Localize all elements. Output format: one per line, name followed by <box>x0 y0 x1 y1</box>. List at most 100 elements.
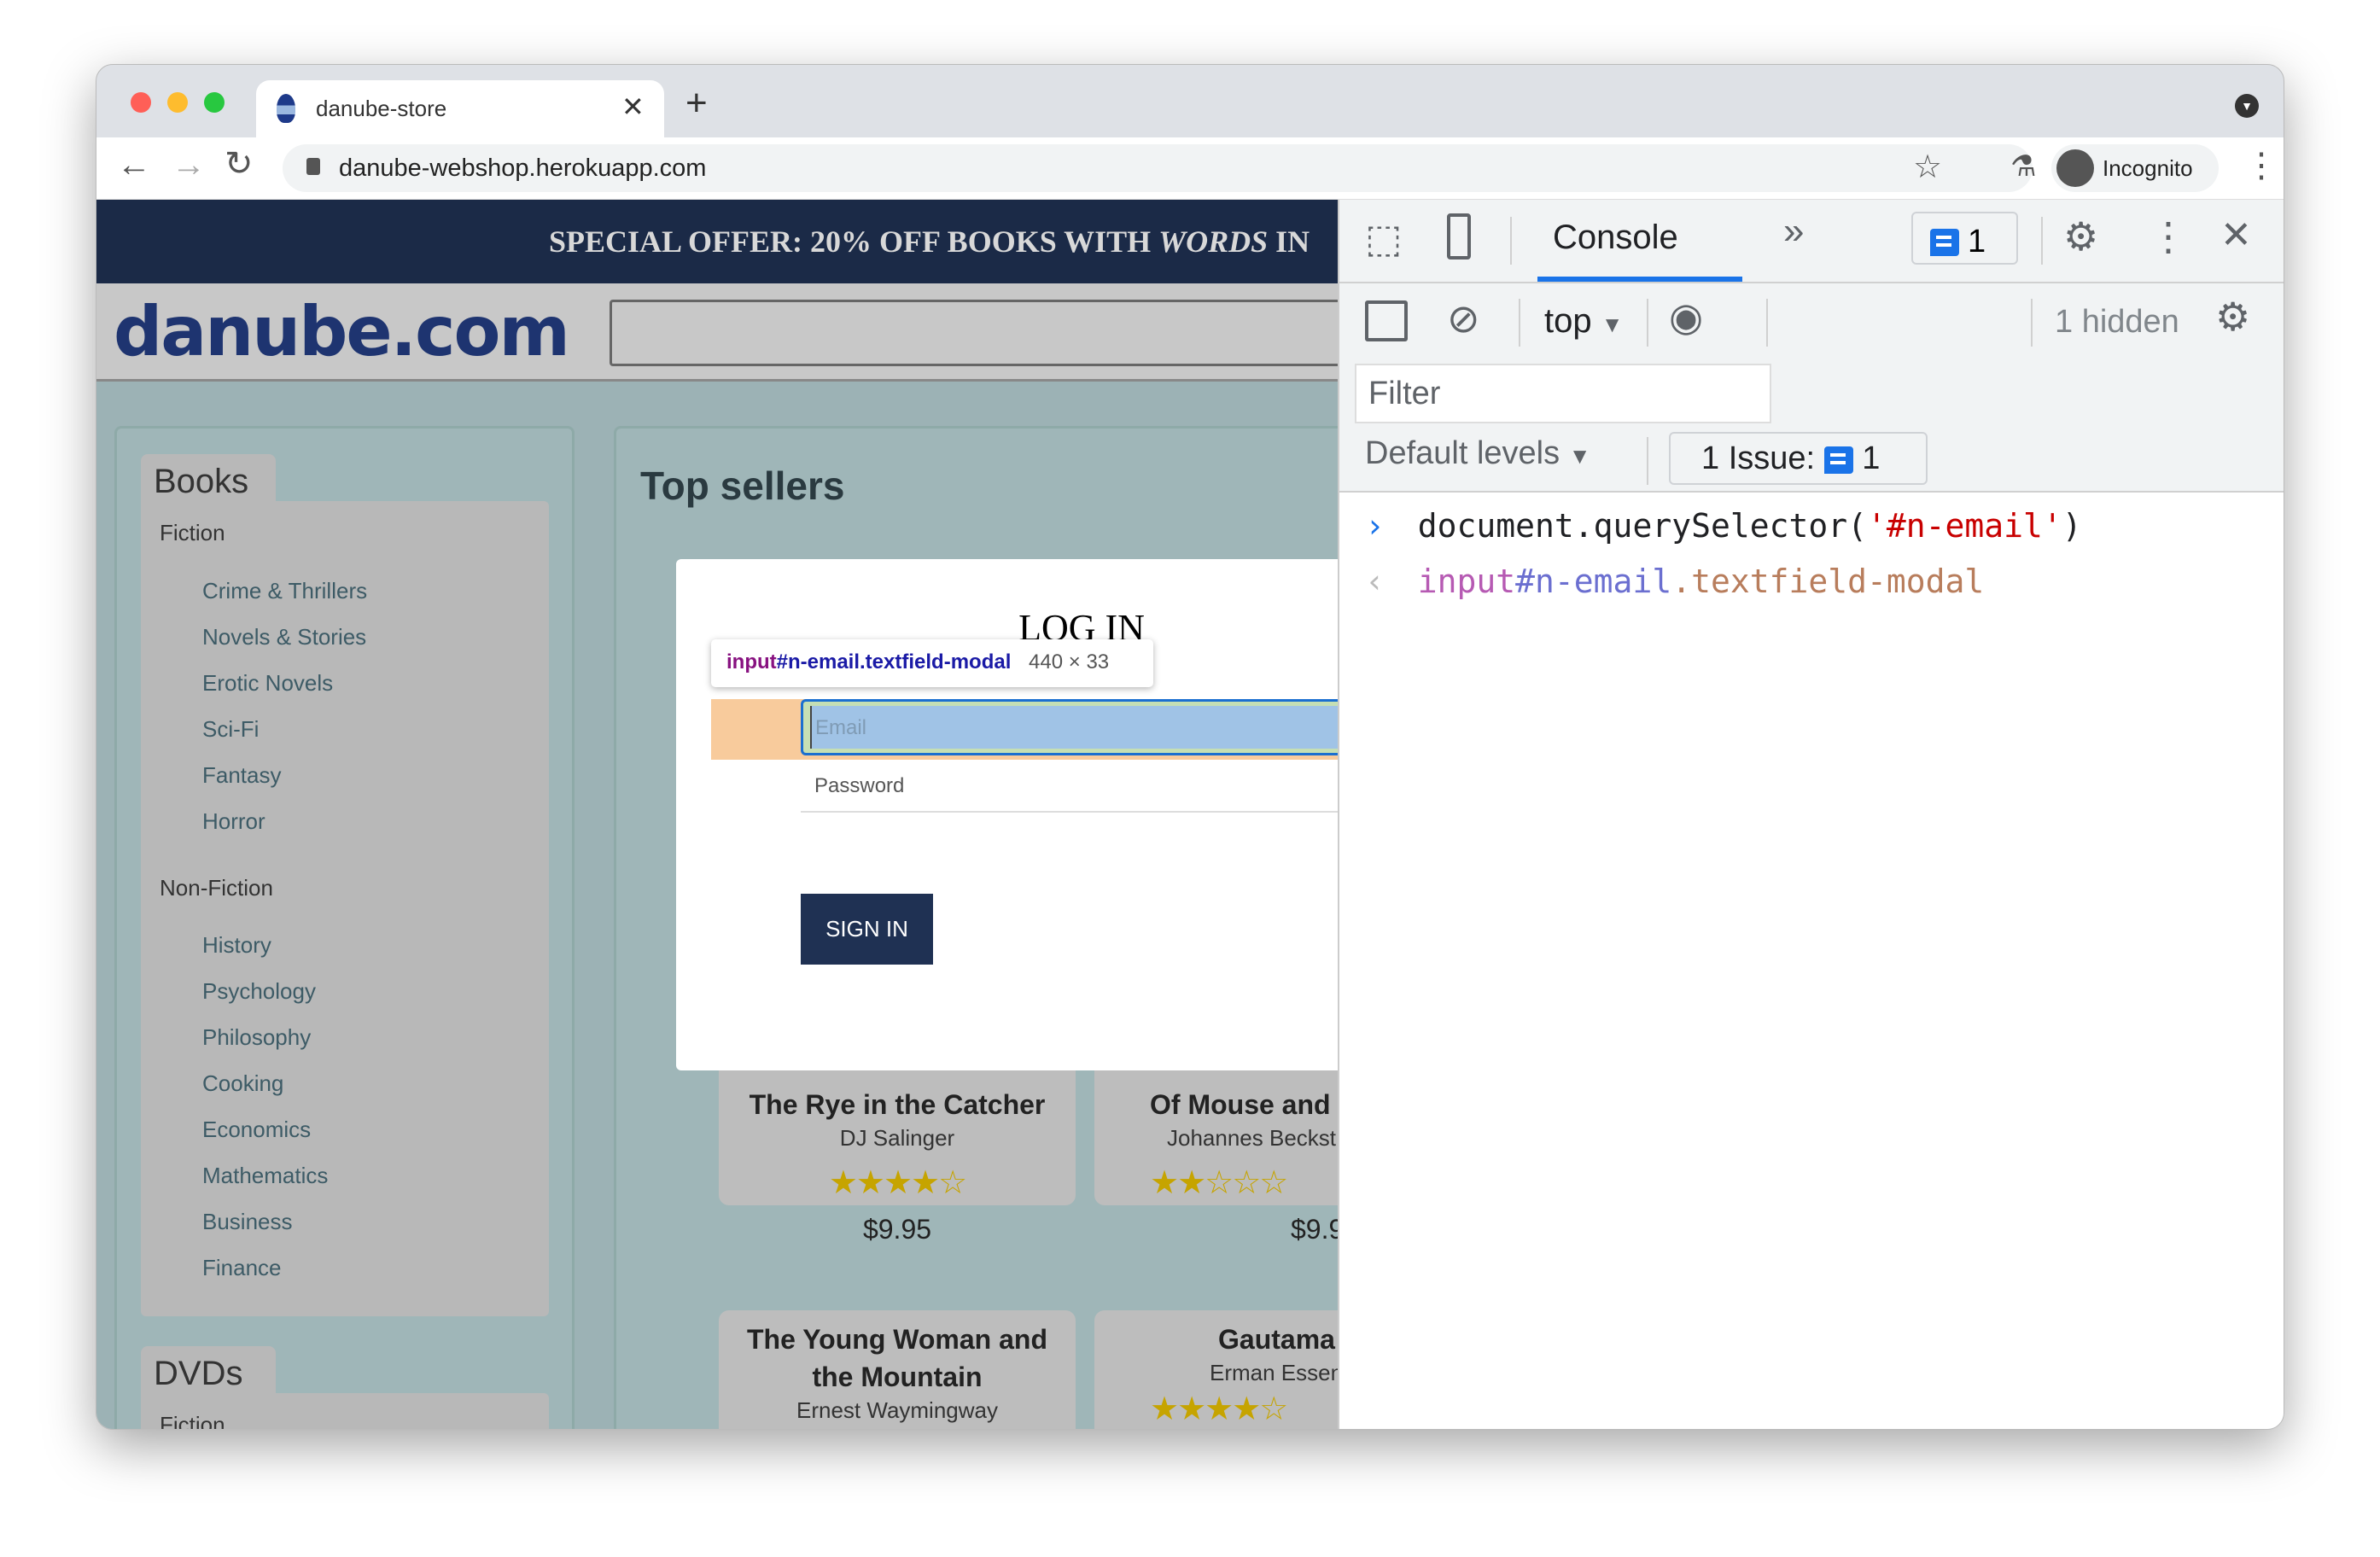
sidebar-item[interactable]: Horror <box>202 808 265 835</box>
close-tab-icon[interactable]: ✕ <box>621 90 645 123</box>
issue-message-icon <box>1930 228 1959 256</box>
browser-window: danube-store ✕ + ▼ ← → ↻ danube-webshop.… <box>96 64 2284 1430</box>
settings-gear-icon[interactable]: ⚙ <box>2063 213 2098 260</box>
bookmark-star-icon[interactable]: ☆ <box>1913 148 1942 186</box>
dvds-category-box: Fiction <box>141 1393 549 1429</box>
sidebar-item[interactable]: Fantasy <box>202 762 282 789</box>
webpage: SPECIAL OFFER: 20% OFF BOOKS WITH WORDS … <box>96 200 1338 1429</box>
sidebar-item[interactable]: Business <box>202 1209 293 1235</box>
browser-menu-icon[interactable]: ⋮ <box>2244 146 2278 185</box>
url-text: danube-webshop.herokuapp.com <box>339 155 707 182</box>
book-title: Of Mouse and <box>1150 1089 1331 1120</box>
back-icon[interactable]: ← <box>117 146 151 184</box>
more-options-icon[interactable]: ⋮ <box>2149 213 2188 260</box>
address-bar[interactable]: danube-webshop.herokuapp.com ☆ <box>283 144 2033 192</box>
hidden-count: 1 hidden <box>2055 304 2179 340</box>
books-tab[interactable]: Books <box>141 454 276 505</box>
rating-stars: ★★☆☆☆ <box>1150 1165 1288 1201</box>
incognito-profile-button[interactable]: Incognito <box>2051 144 2219 192</box>
lock-icon <box>306 158 320 175</box>
favicon-icon <box>277 94 295 123</box>
device-toolbar-icon[interactable] <box>1447 213 1471 260</box>
reload-icon[interactable]: ↻ <box>225 144 254 184</box>
devtools-main-toolbar: ⬚ Console » 1 ⚙ ⋮ ✕ <box>1339 200 2284 283</box>
sidebar-item[interactable]: Economics <box>202 1117 311 1143</box>
forward-icon[interactable]: → <box>172 146 206 184</box>
live-expression-eye-icon[interactable]: ◉ <box>1669 294 1703 340</box>
sidebar-item[interactable]: Novels & Stories <box>202 624 366 650</box>
sign-in-button[interactable]: SIGN IN <box>801 894 933 965</box>
labs-flask-icon[interactable]: ⚗ <box>2010 149 2036 184</box>
console-toolbar: ⊘ top ▼ ◉ 1 hidden ⚙ <box>1339 283 2284 360</box>
password-input[interactable]: Password <box>801 774 1338 813</box>
site-header: danube.com <box>96 283 1338 382</box>
book-card[interactable]: Gautama Erman Essen ★★★★☆ <box>1094 1310 1338 1429</box>
book-title: Gautama <box>1218 1324 1335 1355</box>
maximize-window-button[interactable] <box>204 92 225 113</box>
dvds-fiction-heading[interactable]: Fiction <box>160 1412 225 1429</box>
book-author: Johannes Beckst <box>1167 1125 1337 1151</box>
tab-title: danube-store <box>316 96 447 121</box>
book-price: $9.95 <box>1291 1214 1338 1245</box>
dvds-tab[interactable]: DVDs <box>141 1346 276 1397</box>
book-title: The Rye in the Catcher <box>749 1089 1046 1120</box>
inspect-tooltip: input#n-email.textfield-modal 440 × 33 <box>711 639 1153 687</box>
filter-input[interactable]: Filter <box>1355 364 1771 423</box>
issue-message-icon <box>1823 446 1853 474</box>
sidebar-item[interactable]: Psychology <box>202 978 316 1005</box>
email-placeholder: Email <box>810 706 1338 749</box>
sidebar-item[interactable]: Crime & Thrillers <box>202 578 367 604</box>
inspect-element-icon[interactable]: ⬚ <box>1365 215 1402 261</box>
console-settings-icon[interactable]: ⚙ <box>2215 294 2250 340</box>
incognito-icon <box>2056 149 2094 187</box>
book-author: Ernest Waymingway <box>796 1397 998 1423</box>
sidebar-item[interactable]: Sci-Fi <box>202 716 259 743</box>
site-logo[interactable]: danube.com <box>114 292 570 371</box>
close-window-button[interactable] <box>131 92 151 113</box>
tab-console[interactable]: Console <box>1553 219 1678 257</box>
devtools-panel: ⬚ Console » 1 ⚙ ⋮ ✕ ⊘ top ▼ ◉ 1 hidden ⚙… <box>1338 200 2284 1429</box>
books-category-box: Fiction Crime & Thrillers Novels & Storie… <box>141 501 549 1316</box>
issues-button[interactable]: 1 Issue: 1 <box>1669 432 1928 485</box>
sidebar-toggle-icon[interactable] <box>1365 300 1408 341</box>
category-sidebar: Books Fiction Crime & Thrillers Novels & … <box>114 426 575 1429</box>
rating-stars: ★★★★☆ <box>1150 1391 1288 1427</box>
sidebar-item[interactable]: Finance <box>202 1255 282 1281</box>
minimize-window-button[interactable] <box>167 92 188 113</box>
sidebar-item[interactable]: Erotic Novels <box>202 670 333 697</box>
sidebar-item[interactable]: History <box>202 932 271 959</box>
book-author: DJ Salinger <box>839 1125 955 1151</box>
address-bar-row: ← → ↻ danube-webshop.herokuapp.com ☆ ⚗ I… <box>96 137 2284 200</box>
context-selector[interactable]: top ▼ <box>1544 302 1623 341</box>
output-arrow-icon: ‹ <box>1365 563 1385 600</box>
top-sellers-heading: Top sellers <box>640 464 845 508</box>
fiction-heading[interactable]: Fiction <box>160 520 225 546</box>
close-devtools-icon[interactable]: ✕ <box>2220 213 2252 257</box>
email-input[interactable]: Email <box>801 699 1338 755</box>
sidebar-item[interactable]: Cooking <box>202 1070 283 1097</box>
login-modal: LOG IN Email Password SIGN IN input#n-em… <box>676 559 1338 1070</box>
book-title: The Young Woman and the Mountain <box>747 1324 1047 1392</box>
tab-search-icon[interactable]: ▼ <box>2235 94 2259 118</box>
console-input-line[interactable]: › document.querySelector('#n-email') <box>1365 507 2082 545</box>
profile-label: Incognito <box>2103 155 2193 181</box>
rating-stars: ★★★★☆ <box>828 1165 967 1201</box>
nonfiction-heading[interactable]: Non-Fiction <box>160 875 273 901</box>
book-card[interactable]: The Young Woman and the Mountain Ernest … <box>719 1310 1076 1429</box>
search-input[interactable] <box>610 300 1338 366</box>
book-author: Erman Essen <box>1210 1360 1338 1385</box>
active-tab-indicator <box>1537 277 1742 282</box>
prompt-chevron-icon: › <box>1365 507 1385 545</box>
book-price: $9.95 <box>862 1214 932 1245</box>
log-levels-dropdown[interactable]: Default levels ▼ <box>1365 435 1590 472</box>
sidebar-item[interactable]: Mathematics <box>202 1163 328 1189</box>
issues-badge-button[interactable]: 1 <box>1911 212 2018 265</box>
special-offer-banner: SPECIAL OFFER: 20% OFF BOOKS WITH WORDS … <box>96 200 1338 283</box>
new-tab-icon[interactable]: + <box>685 82 708 125</box>
browser-tab[interactable]: danube-store ✕ <box>256 80 664 137</box>
sidebar-item[interactable]: Philosophy <box>202 1024 311 1051</box>
console-output-line[interactable]: ‹ input#n-email.textfield-modal <box>1365 563 1984 600</box>
clear-console-icon[interactable]: ⊘ <box>1447 295 1480 341</box>
filter-toolbar: Filter Default levels ▼ 1 Issue: 1 <box>1339 360 2284 493</box>
more-tabs-icon[interactable]: » <box>1783 210 1804 253</box>
